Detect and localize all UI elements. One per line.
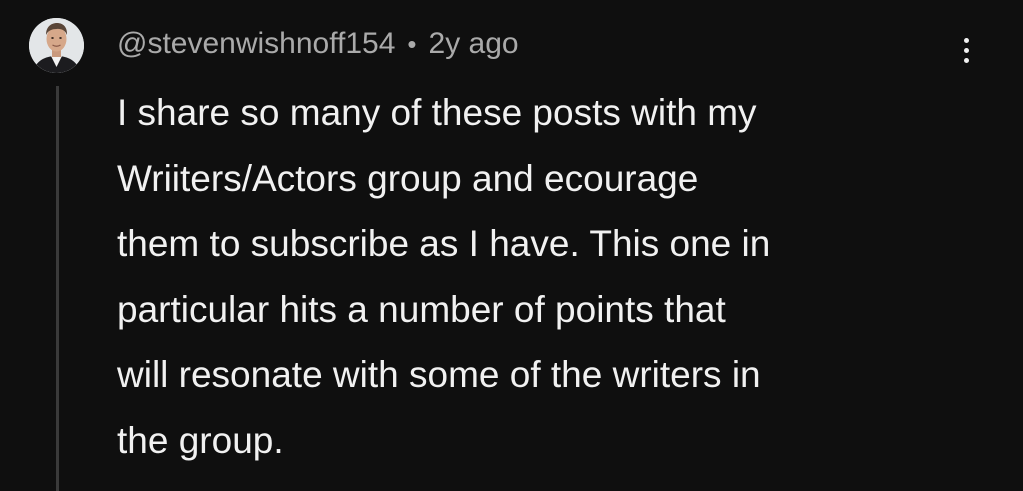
vertical-ellipsis-icon — [963, 57, 969, 63]
author-handle[interactable]: @stevenwishnoff154 — [117, 27, 395, 61]
vertical-ellipsis-icon — [963, 47, 969, 53]
comment-text-line: will resonate with some of the writers i… — [117, 354, 761, 395]
vertical-ellipsis-icon — [963, 37, 969, 43]
comment-timestamp[interactable]: 2y ago — [429, 27, 519, 61]
comment-text-line: I share so many of these posts with my — [117, 92, 757, 133]
author-avatar[interactable] — [29, 18, 84, 73]
comment-header: @stevenwishnoff154 • 2y ago — [117, 22, 519, 66]
meta-separator: • — [407, 28, 417, 59]
comment-text-line: particular hits a number of points that — [117, 288, 726, 330]
comment-text-line: Wriiters/Actors group and ecourage — [117, 157, 699, 199]
comment-text-line: the group. — [117, 419, 284, 461]
more-options-button[interactable] — [948, 28, 984, 72]
comment-item: @stevenwishnoff154 • 2y ago I share so m… — [0, 0, 1023, 491]
comment-text: I share so many of these posts with my W… — [117, 80, 957, 473]
user-avatar-icon — [29, 18, 84, 73]
comment-text-line: them to subscribe as I have. This one in — [117, 223, 771, 264]
thread-line — [56, 86, 59, 491]
